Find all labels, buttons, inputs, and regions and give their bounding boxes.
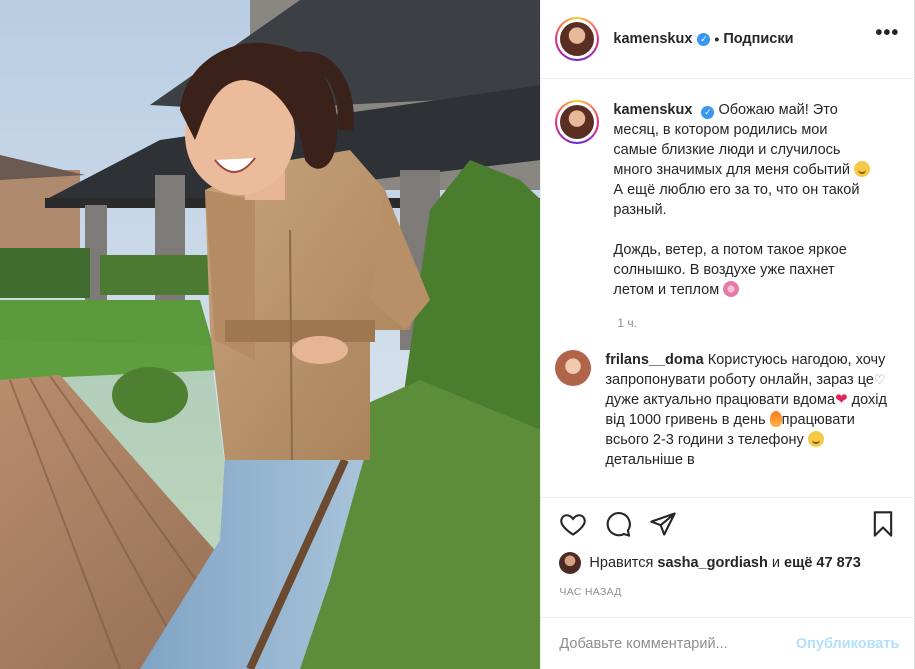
flower-emoji-icon	[723, 281, 740, 297]
author-avatar[interactable]	[555, 17, 600, 61]
comment-input[interactable]	[559, 635, 780, 652]
photo-illustration	[0, 0, 541, 669]
add-comment-bar: Опубликовать	[541, 617, 915, 669]
likes-prefix: Нравится	[589, 555, 654, 571]
post-age[interactable]: час назад	[559, 586, 621, 598]
comments-list[interactable]: kamenskux ✓ Обожаю май! Это месяц, в кот…	[541, 80, 915, 497]
publish-button[interactable]: Опубликовать	[796, 636, 900, 652]
verified-badge-icon: ✓	[701, 106, 715, 119]
author-username[interactable]: kamenskux	[613, 31, 692, 47]
comment-item: frilans__doma Користуюсь нагодою, хочу з…	[555, 350, 901, 470]
likes-count[interactable]: ещё 47 873	[784, 555, 861, 571]
comment-bubble-icon[interactable]	[604, 510, 632, 538]
liker-avatar[interactable]	[559, 552, 582, 574]
post-actions: Нравится sasha_gordiash и ещё 47 873 час…	[541, 497, 915, 669]
fire-emoji-icon	[769, 411, 782, 427]
bookmark-icon[interactable]	[869, 510, 897, 538]
comment-part-4: детальніше в	[605, 452, 695, 468]
caption-text: kamenskux ✓ Обожаю май! Это месяц, в кот…	[613, 100, 873, 300]
likes-and: и	[771, 555, 780, 571]
action-icons	[541, 510, 915, 542]
post-header: kamenskux ✓ • Подписки •••	[541, 0, 915, 79]
caption-username[interactable]: kamenskux	[613, 102, 692, 118]
caption-line-2: А ещё люблю его за то, что он такой разн…	[613, 182, 860, 218]
following-button[interactable]: Подписки	[723, 31, 793, 47]
post-side-panel: kamenskux ✓ • Подписки ••• kamenskux ✓ О…	[540, 0, 915, 669]
liker-username[interactable]: sasha_gordiash	[657, 555, 767, 571]
comment-like-heart-icon[interactable]: ♡	[874, 372, 886, 388]
verified-badge-icon: ✓	[697, 32, 711, 46]
red-heart-emoji-icon: ❤	[835, 391, 848, 408]
caption: kamenskux ✓ Обожаю май! Это месяц, в кот…	[555, 100, 901, 300]
more-options-icon[interactable]: •••	[875, 23, 899, 43]
likes-summary: Нравится sasha_gordiash и ещё 47 873	[559, 552, 861, 574]
heart-icon[interactable]	[559, 510, 587, 538]
smile-emoji-icon	[807, 431, 824, 447]
smile-emoji-icon	[854, 161, 871, 177]
instagram-post: kamenskux ✓ • Подписки ••• kamenskux ✓ О…	[0, 0, 915, 669]
post-photo[interactable]	[0, 0, 541, 669]
commenter-avatar[interactable]	[555, 350, 592, 386]
comment-text: frilans__doma Користуюсь нагодою, хочу з…	[605, 350, 895, 470]
paper-plane-icon[interactable]	[649, 510, 677, 538]
comment-username[interactable]: frilans__doma	[605, 352, 703, 368]
separator-dot: •	[714, 31, 720, 47]
caption-avatar[interactable]	[555, 100, 600, 144]
caption-time[interactable]: 1 ч.	[617, 316, 901, 330]
